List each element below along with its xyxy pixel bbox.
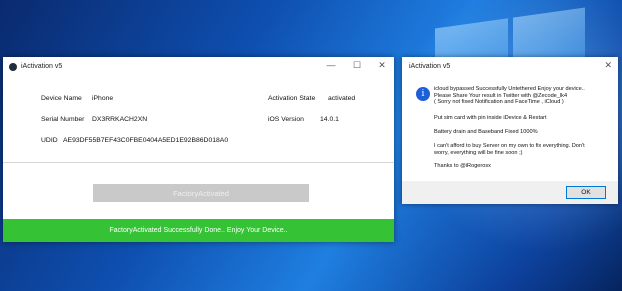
ok-button[interactable]: OK [566,186,606,199]
dialog-line: Battery drain and Baseband Fixed 1000% [434,129,538,135]
dialog-line: worry, everything will be fine soon ;) [434,149,523,156]
udid-value: AE93DF55B7EF43C0FBE0404A5ED1E92B86D018A0 [63,137,229,144]
device-name-label: Device Name [41,95,82,102]
factory-activated-button[interactable]: FactoryActivated [93,184,309,202]
dialog-line: icloud bypassed Successfully Untethered … [434,86,585,92]
status-bar: FactoryActivated Successfully Done.. Enj… [3,219,394,242]
dialog-line: ( Sorry not fixed Notification and FaceT… [434,99,564,106]
ios-version-value: 14.0.1 [320,116,339,123]
dialog-message-block-2: I can't afford to buy Server on my own t… [434,143,614,156]
maximize-button[interactable]: ☐ [347,60,367,71]
udid-label: UDID [41,137,58,144]
dialog-close-button[interactable]: ✕ [604,60,612,71]
app-logo-icon [9,63,17,71]
dialog-line: I can't afford to buy Server on my own t… [434,143,585,149]
serial-number-label: Serial Number [41,116,85,123]
dialog-title: iActivation v5 [409,63,451,70]
dialog-line: Thanks to @iRogerosx [434,163,491,169]
minimize-button[interactable]: — [321,60,341,70]
app-titlebar: iActivation v5 — ☐ ✕ [3,57,394,77]
activation-state-value: activated [328,95,356,102]
dialog-message-block-1: icloud bypassed Successfully Untethered … [434,86,614,106]
ios-version-label: iOS Version [268,116,304,123]
activation-state-label: Activation State [268,95,316,102]
app-title: iActivation v5 [21,63,63,70]
close-button[interactable]: ✕ [372,60,392,71]
serial-number-value: DX3RRKACH2XN [92,116,148,123]
dialog-footer: OK [402,181,618,204]
device-name-value: iPhone [92,95,114,102]
info-dialog: iActivation v5 ✕ i icloud bypassed Succe… [402,57,618,204]
dialog-line: Put sim card with pin inside iDevice & R… [434,115,547,121]
section-divider [3,162,394,163]
app-window: iActivation v5 — ☐ ✕ Device Name iPhone … [3,57,394,242]
dialog-line: Please Share Your result in Twitter with… [434,92,568,99]
info-icon: i [416,87,430,101]
